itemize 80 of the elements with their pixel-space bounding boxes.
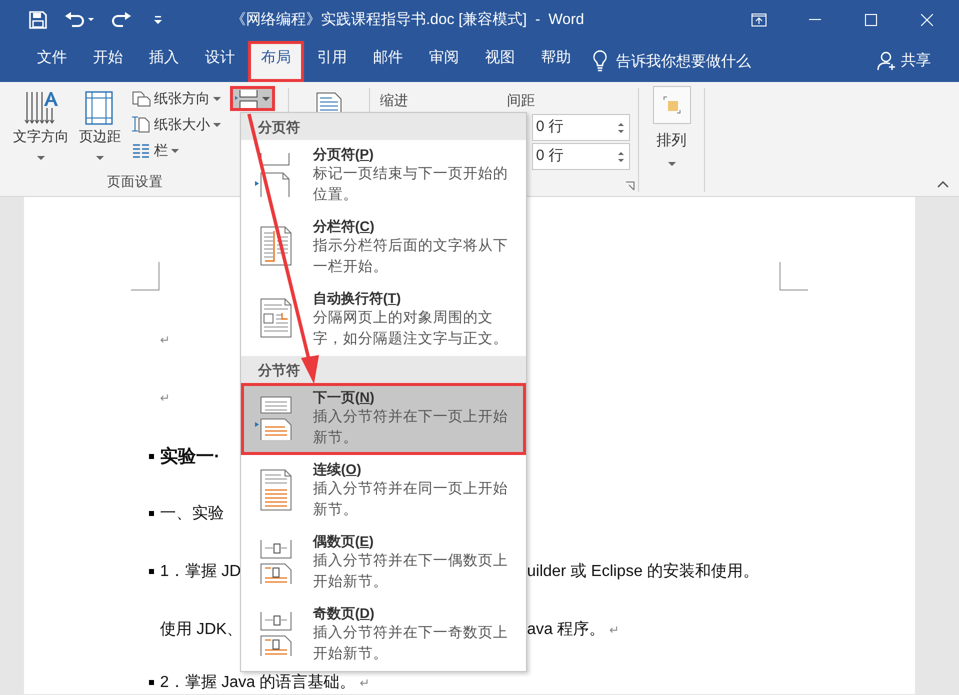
text-direction-icon — [23, 90, 59, 126]
person-add-icon — [877, 51, 897, 71]
heading-text: 实验一· — [160, 446, 220, 466]
caret-icon — [668, 160, 676, 166]
caret-icon — [96, 155, 104, 161]
collapse-ribbon-icon[interactable] — [937, 180, 949, 188]
menu-item-title: 分页符(P) — [313, 145, 375, 164]
paragraph-mark: ↵ — [609, 623, 620, 637]
ribbon-button[interactable]: 页边距 — [76, 86, 124, 165]
body-text: 2．掌握 Java 的语言基础。 — [160, 674, 356, 691]
menu-item-description: 标记一页结束与下一页开始的位置。 — [313, 165, 509, 205]
window-title: 《网络编程》实践课程指导书.doc [兼容模式] - Word — [231, 10, 584, 30]
menu-section-header: 分页符 — [241, 113, 526, 140]
menu-item-title: 分栏符(C) — [313, 217, 376, 236]
spin-arrows-icon[interactable] — [617, 150, 625, 164]
next-page-icon — [255, 396, 293, 441]
body-text: 一、实验 — [160, 505, 224, 522]
body-text: 使用 JDK、 — [160, 621, 243, 638]
spacing-field[interactable]: 0 行 — [532, 143, 630, 170]
menu-item[interactable]: 自动换行符(T) 分隔网页上的对象周围的文字，如分隔题注文字与正文。 — [241, 284, 526, 356]
body-text: 1．掌握 JD — [160, 563, 241, 580]
caret-icon — [262, 96, 270, 102]
page-corner-mark — [779, 262, 808, 291]
menu-item-description: 插入分节符并在下一页上开始新节。 — [313, 408, 509, 448]
dialog-launcher-icon[interactable] — [625, 180, 635, 191]
ribbon-tab[interactable]: 审阅 — [416, 41, 472, 75]
ribbon-tab[interactable]: 布局 — [248, 41, 304, 82]
indent-label: 缩进 — [380, 91, 408, 110]
arrange-icon — [662, 96, 680, 114]
ribbon-button[interactable]: 纸张大小 — [128, 112, 224, 137]
ribbon-tab[interactable]: 邮件 — [360, 41, 416, 75]
menu-item-description: 插入分节符并在下一偶数页上开始新节。 — [313, 552, 509, 592]
page-break-icon — [235, 88, 259, 108]
paragraph-mark: ↵ — [160, 333, 170, 347]
menu-item-title: 连续(O) — [313, 460, 362, 479]
body-text: ava 程序。 — [527, 621, 606, 638]
ribbon-tab[interactable]: 视图 — [472, 41, 528, 75]
ribbon-button[interactable]: 文字方向 — [10, 86, 72, 165]
group-label: 页面设置 — [106, 173, 164, 191]
ribbon-tab[interactable]: 文件 — [24, 41, 80, 75]
spacing-label: 间距 — [507, 91, 535, 110]
menu-item-title: 偶数页(E) — [313, 532, 375, 551]
paragraph-mark: ↵ — [360, 676, 370, 690]
tell-me-search[interactable]: 告诉我你想要做什么 — [616, 52, 751, 72]
paragraph-mark: ↵ — [160, 391, 170, 405]
menu-item[interactable]: 奇数页(D) 插入分节符并在下一奇数页上开始新节。 — [241, 599, 526, 671]
ribbon-tab[interactable]: 帮助 — [528, 41, 584, 75]
caret-icon — [213, 96, 221, 102]
caret-icon — [213, 122, 221, 128]
menu-item[interactable]: 下一页(N) 插入分节符并在下一页上开始新节。 — [241, 383, 526, 455]
page-corner-mark — [131, 262, 160, 291]
spacing-field[interactable]: 0 行 — [532, 114, 630, 141]
menu-item[interactable]: 分栏符(C) 指示分栏符后面的文字将从下一栏开始。 — [241, 212, 526, 284]
menu-section-header: 分节符 — [241, 356, 526, 383]
ribbon-tab[interactable]: 引用 — [304, 41, 360, 75]
arrange-button[interactable]: 排列 — [652, 86, 690, 166]
ribbon-button[interactable]: 纸张方向 — [128, 86, 224, 111]
menu-item-description: 分隔网页上的对象周围的文字，如分隔题注文字与正文。 — [313, 309, 509, 349]
ribbon-tab[interactable]: 开始 — [80, 41, 136, 75]
menu-item[interactable]: 偶数页(E) 插入分节符并在下一偶数页上开始新节。 — [241, 527, 526, 599]
body-text: uilder 或 Eclipse 的安装和使用。 — [527, 563, 760, 580]
orientation-icon — [131, 89, 151, 108]
menu-item[interactable]: 连续(O) 插入分节符并在同一页上开始新节。 — [241, 455, 526, 527]
caret-icon — [171, 148, 179, 154]
paper-size-icon — [131, 115, 151, 134]
ribbon-tab[interactable]: 插入 — [136, 41, 192, 75]
menu-item-description: 插入分节符并在同一页上开始新节。 — [313, 480, 509, 520]
menu-item-description: 插入分节符并在下一奇数页上开始新节。 — [313, 624, 509, 664]
ribbon-button[interactable]: 栏 — [128, 138, 224, 163]
caret-icon — [37, 155, 45, 161]
ribbon-tab[interactable]: 设计 — [192, 41, 248, 75]
breaks-button[interactable] — [230, 86, 275, 111]
share-button[interactable]: 共享 — [871, 46, 937, 76]
menu-item[interactable]: 分页符(P) 标记一页结束与下一页开始的位置。 — [241, 140, 526, 212]
spin-arrows-icon[interactable] — [617, 120, 625, 134]
menu-item-title: 奇数页(D) — [313, 604, 376, 623]
menu-item-description: 指示分栏符后面的文字将从下一栏开始。 — [313, 236, 509, 277]
lightbulb-icon — [592, 50, 608, 72]
menu-item-title: 自动换行符(T) — [313, 289, 402, 308]
menu-item-title: 下一页(N) — [313, 388, 376, 407]
